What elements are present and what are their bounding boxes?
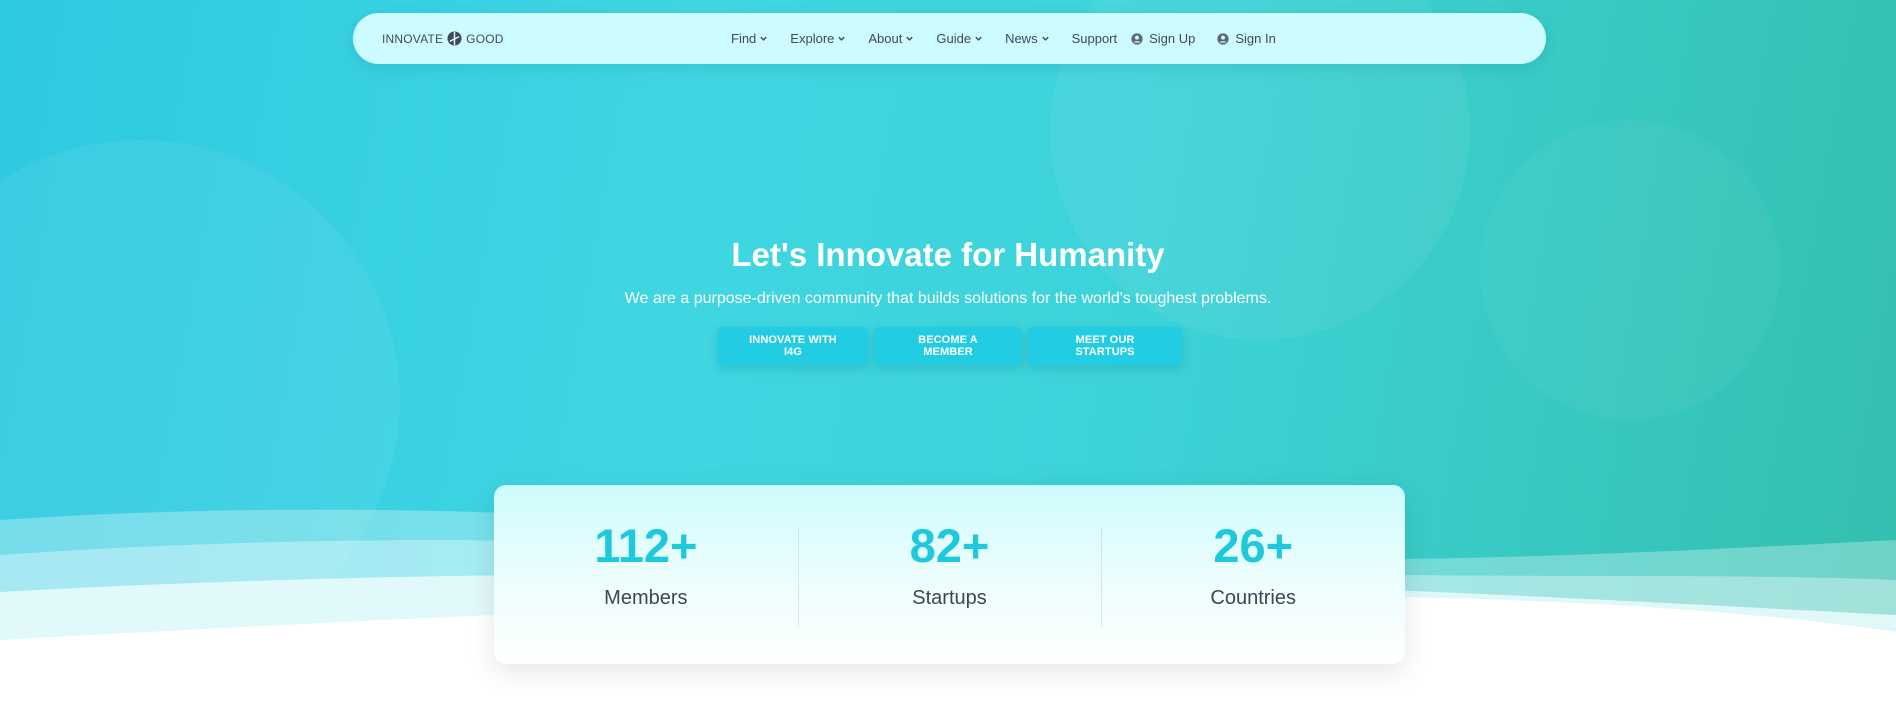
- user-circle-icon: [1131, 32, 1143, 45]
- meet-our-startups-button[interactable]: MEET OUR STARTUPS: [1028, 327, 1182, 365]
- stat-value: 112+: [594, 519, 698, 572]
- i4g-logo-icon: [447, 31, 462, 46]
- stat-members: 112+ Members: [494, 485, 798, 664]
- stat-label: Members: [604, 587, 688, 609]
- chevron-down-icon: [975, 36, 982, 41]
- stat-countries: 26+ Countries: [1101, 485, 1405, 664]
- stat-label: Countries: [1210, 587, 1296, 609]
- stats-card: 112+ Members 82+ Startups 26+ Countries: [494, 485, 1405, 664]
- nav-item-label: Find: [731, 31, 757, 46]
- stat-label: Startups: [912, 587, 987, 609]
- hero-subtitle: We are a purpose-driven community that b…: [624, 290, 1272, 307]
- sign-in-link[interactable]: Sign In: [1217, 31, 1276, 46]
- main-menu: Find Explore About Guide News Support Si…: [731, 13, 1276, 64]
- stat-value: 82+: [909, 519, 990, 572]
- hero-cta-group: INNOVATE WITH I4G BECOME A MEMBER MEET O…: [718, 327, 1182, 365]
- brand-text-left: INNOVATE: [382, 31, 444, 46]
- nav-item-find[interactable]: Find: [731, 31, 768, 46]
- brand-logo[interactable]: INNOVATE GOOD: [382, 13, 504, 64]
- chevron-down-icon: [1041, 36, 1049, 41]
- innovate-with-i4g-button[interactable]: INNOVATE WITH I4G: [718, 327, 868, 365]
- nav-item-label: Support: [1071, 31, 1118, 46]
- stat-startups: 82+ Startups: [797, 485, 1102, 664]
- become-a-member-button[interactable]: BECOME A MEMBER: [874, 327, 1022, 365]
- nav-item-label: Guide: [936, 31, 972, 46]
- user-circle-icon: [1217, 32, 1229, 45]
- nav-item-label: News: [1005, 31, 1038, 46]
- top-navbar: INNOVATE GOOD Find Explore About Guide N…: [353, 13, 1546, 64]
- brand-text-right: GOOD: [466, 31, 504, 46]
- sign-up-label: Sign Up: [1149, 31, 1196, 46]
- nav-item-label: Explore: [790, 31, 835, 46]
- sign-in-label: Sign In: [1235, 31, 1276, 46]
- chevron-down-icon: [760, 36, 768, 41]
- nav-item-about[interactable]: About: [868, 31, 914, 46]
- stat-value: 26+: [1213, 519, 1294, 572]
- hero-title: Let's Innovate for Humanity: [731, 236, 1165, 273]
- sign-up-link[interactable]: Sign Up: [1131, 31, 1195, 46]
- nav-item-label: About: [868, 31, 903, 46]
- nav-item-explore[interactable]: Explore: [790, 31, 846, 46]
- nav-item-news[interactable]: News: [1005, 31, 1050, 46]
- chevron-down-icon: [906, 36, 914, 41]
- chevron-down-icon: [838, 36, 846, 41]
- nav-item-support[interactable]: Support: [1072, 31, 1118, 46]
- nav-item-guide[interactable]: Guide: [936, 31, 983, 46]
